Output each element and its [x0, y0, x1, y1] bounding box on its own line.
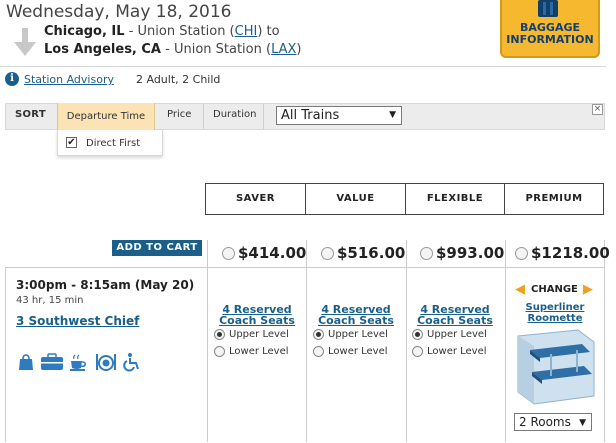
- sort-separator: [203, 104, 204, 129]
- flexible-lower-level-radio[interactable]: [412, 346, 423, 357]
- row-divider: [5, 267, 605, 268]
- rooms-count-select[interactable]: 2 Rooms ▼: [514, 413, 592, 431]
- suitcase-icon: [538, 0, 558, 17]
- sort-label: SORT: [15, 109, 46, 120]
- rooms-count-value: 2 Rooms: [519, 415, 571, 429]
- value-fare-radio[interactable]: [321, 247, 334, 260]
- train-name-link[interactable]: 3 Southwest Chief: [16, 314, 139, 328]
- origin-suffix: ) to: [257, 24, 280, 39]
- quiet-car-icon: [41, 353, 63, 370]
- down-arrow-icon: [14, 28, 36, 56]
- fare-header-premium: PREMIUM: [504, 183, 604, 215]
- roomette-illustration: [517, 329, 595, 405]
- change-room-label[interactable]: CHANGE: [531, 284, 578, 295]
- trains-filter-select[interactable]: All Trains ▼: [276, 106, 402, 125]
- lower-level-label: Lower Level: [427, 346, 487, 357]
- saver-coach-seats-link[interactable]: 4 Reserved Coach Seats: [212, 304, 302, 326]
- roomette-line1: Superliner: [525, 302, 585, 313]
- travel-date: Wednesday, May 18, 2016: [6, 2, 232, 22]
- value-upper-level-radio[interactable]: [313, 329, 324, 340]
- flexible-price: $993.00: [436, 244, 505, 262]
- coach-link-line2: Coach Seats: [318, 314, 394, 327]
- baggage-label-2: INFORMATION: [506, 33, 594, 46]
- origin-station: - Union Station (: [124, 24, 235, 39]
- sort-separator: [263, 104, 264, 129]
- dest-city: Los Angeles, CA: [44, 42, 161, 57]
- train-duration: 43 hr, 15 min: [16, 295, 84, 306]
- fare-header-value: VALUE: [305, 183, 406, 215]
- info-icon: i: [5, 72, 19, 86]
- direct-first-label: Direct First: [86, 138, 141, 149]
- roomette-link[interactable]: Superliner Roomette: [514, 302, 596, 324]
- dest-code-link[interactable]: LAX: [271, 42, 296, 57]
- close-icon[interactable]: ×: [592, 104, 603, 115]
- header-divider: [0, 66, 606, 67]
- upper-level-label: Upper Level: [427, 329, 487, 340]
- lower-level-label: Lower Level: [328, 346, 388, 357]
- fare-header-saver: SAVER: [205, 183, 306, 215]
- sort-duration[interactable]: Duration: [213, 109, 256, 120]
- flexible-coach-seats-link[interactable]: 4 Reserved Coach Seats: [410, 304, 500, 326]
- value-coach-seats-link[interactable]: 4 Reserved Coach Seats: [311, 304, 401, 326]
- value-price: $516.00: [337, 244, 406, 262]
- train-times: 3:00pm - 8:15am (May 20): [16, 278, 195, 292]
- direct-first-checkbox[interactable]: ✔: [66, 137, 77, 148]
- destination-line: Los Angeles, CA - Union Station (LAX): [44, 42, 302, 57]
- premium-fare-radio[interactable]: [515, 247, 528, 260]
- chevron-down-icon: ▼: [579, 418, 586, 428]
- upper-level-label: Upper Level: [328, 329, 388, 340]
- sort-price[interactable]: Price: [167, 109, 191, 120]
- coach-link-line2: Coach Seats: [417, 314, 493, 327]
- lower-level-label: Lower Level: [229, 346, 289, 357]
- passenger-count: 2 Adult, 2 Child: [136, 73, 221, 86]
- trains-filter-value: All Trains: [281, 108, 340, 123]
- fare-header-flexible: FLEXIBLE: [405, 183, 505, 215]
- saver-fare-radio[interactable]: [222, 247, 235, 260]
- chevron-left-icon[interactable]: ◀: [515, 282, 525, 297]
- dining-icon: [96, 354, 116, 371]
- accessible-icon: [123, 353, 139, 372]
- roomette-line2: Roomette: [527, 313, 583, 324]
- coach-link-line2: Coach Seats: [219, 314, 295, 327]
- premium-price: $1218.00: [531, 244, 610, 262]
- sort-departure-time[interactable]: Departure Time: [57, 103, 155, 130]
- chevron-down-icon: ▼: [389, 110, 396, 120]
- upper-level-label: Upper Level: [229, 329, 289, 340]
- cafe-icon: [70, 354, 86, 371]
- flexible-upper-level-radio[interactable]: [412, 329, 423, 340]
- dest-suffix: ): [296, 42, 302, 57]
- checked-baggage-icon: [19, 354, 33, 370]
- dest-station: - Union Station (: [161, 42, 272, 57]
- flexible-fare-radio[interactable]: [420, 247, 433, 260]
- origin-code-link[interactable]: CHI: [235, 24, 258, 39]
- saver-lower-level-radio[interactable]: [214, 346, 225, 357]
- station-advisory-link[interactable]: Station Advisory: [24, 73, 114, 86]
- chevron-right-icon[interactable]: ▶: [583, 282, 593, 297]
- add-to-cart-button[interactable]: ADD TO CART: [112, 240, 202, 256]
- saver-price: $414.00: [238, 244, 307, 262]
- saver-upper-level-radio[interactable]: [214, 329, 225, 340]
- value-lower-level-radio[interactable]: [313, 346, 324, 357]
- origin-line: Chicago, IL - Union Station (CHI) to: [44, 24, 280, 39]
- origin-city: Chicago, IL: [44, 24, 125, 39]
